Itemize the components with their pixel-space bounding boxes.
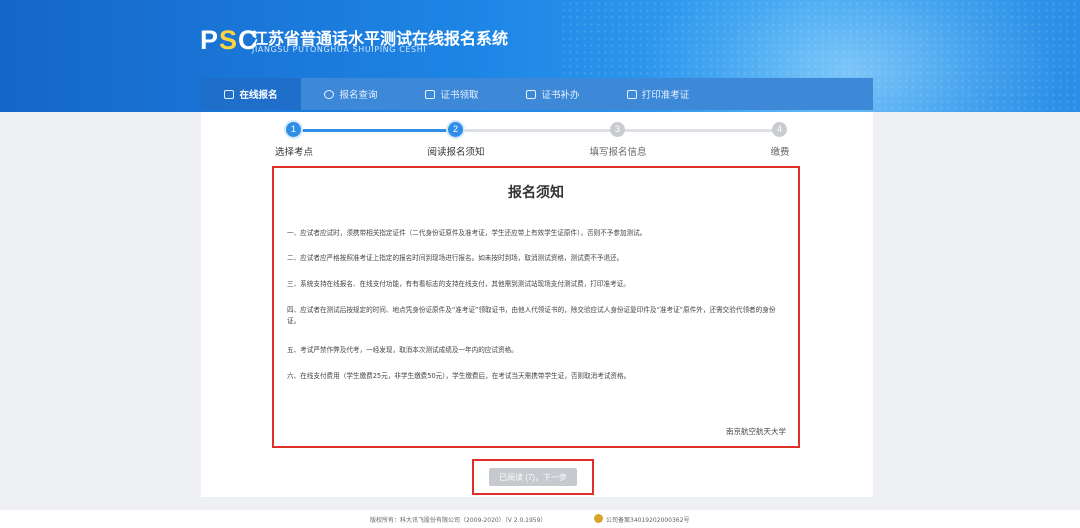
notice-paragraph: 一、应试者应试时，须携带相关指定证件（二代身份证原件及准考证，学生还应带上有效学… [287, 229, 647, 237]
step-connector-1 [293, 129, 453, 132]
footer: 版权所有：科大讯飞股份有限公司（2009-2020）（V 2.0.1959） 公… [0, 510, 1080, 528]
next-step-button[interactable]: 已阅读 (7)，下一步 [489, 468, 577, 486]
step-2-circle: 2 [448, 122, 463, 137]
notice-paragraph: 三、系统支持在线报名、在线支付功能，有有看标志的支持在线支付，其他需到测试站现场… [287, 280, 630, 288]
nav-online-register[interactable]: 在线报名 [201, 78, 301, 110]
registration-notice: 报名须知 一、应试者应试时，须携带相关指定证件（二代身份证原件及准考证，学生还应… [272, 166, 800, 448]
main-nav: 在线报名 报名查询 证书领取 证书补办 打印准考证 [201, 78, 873, 110]
edit-icon [224, 89, 235, 99]
nav-print-admission[interactable]: 打印准考证 [603, 78, 713, 110]
school-name: 南京航空航天大学 [726, 427, 786, 436]
nav-certificate-collect[interactable]: 证书领取 [402, 78, 502, 110]
step-4-circle: 4 [772, 122, 787, 137]
step-3-circle: 3 [610, 122, 625, 137]
header: PSC 江苏省普通话水平测试在线报名系统 JIANGSU PUTONGHUA S… [0, 0, 1080, 112]
notice-title: 报名须知 [508, 185, 564, 201]
step-1-label: 选择考点 [274, 147, 314, 158]
site-subtitle: JIANGSU PUTONGHUA SHUIPING CESHI [252, 45, 427, 54]
notice-paragraph: 五、考试严禁作弊及代考，一经发现，取消本次测试成绩及一年内的应试资格。 [287, 346, 518, 354]
step-1-circle: 1 [286, 122, 301, 137]
footer-icp: 公司备案34019202000362号 [606, 517, 690, 524]
step-connector-3 [625, 129, 777, 132]
next-button-highlight: 已阅读 (7)，下一步 [472, 459, 594, 495]
police-badge-icon [594, 514, 603, 523]
notice-paragraph: 四、应试者在测试后按规定的时间、地点凭身份证原件及“准考证”领取证书，由他人代领… [287, 306, 776, 325]
certificate-icon [526, 89, 537, 99]
notice-paragraph: 二、应试者应严格按照准考证上指定的报名时间到现场进行报名。如未按时到场，取消测试… [287, 254, 624, 262]
printer-icon [626, 89, 637, 99]
step-4-label: 缴费 [770, 147, 790, 158]
step-2-label: 阅读报名须知 [427, 147, 485, 158]
nav-register-query[interactable]: 报名查询 [301, 78, 401, 110]
search-icon [324, 89, 335, 99]
certificate-icon [425, 89, 436, 99]
footer-copyright: 版权所有：科大讯飞股份有限公司（2009-2020）（V 2.0.1959） [370, 517, 547, 524]
step-connector-2 [463, 129, 615, 132]
psc-logo: PSC [200, 24, 259, 55]
nav-certificate-reissue[interactable]: 证书补办 [503, 78, 603, 110]
content-card: 1 2 3 4 选择考点 阅读报名须知 填写报名信息 缴费 报名须知 一、应试者… [201, 112, 873, 497]
notice-paragraph: 六、在线支付费用（学生缴费25元，非学生缴费50元），学生缴费后，在考试当天需携… [287, 372, 631, 380]
step-3-label: 填写报名信息 [589, 147, 647, 158]
